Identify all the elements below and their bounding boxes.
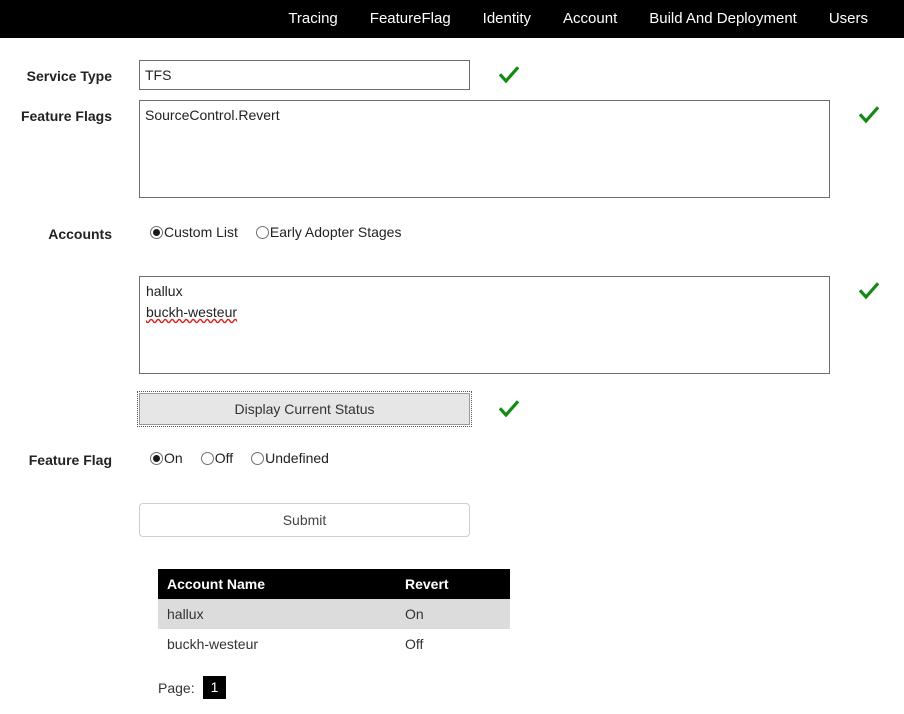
radio-dot-custom-list[interactable] [150,226,163,239]
radio-dot-on[interactable] [150,452,163,465]
radio-label-early-adopter-stages: Early Adopter Stages [270,224,402,240]
feature-flag-radio-group: On Off Undefined [150,450,347,466]
radio-option-early-adopter-stages[interactable]: Early Adopter Stages [256,224,402,240]
results-table: Account Name Revert hallux On buckh-west… [158,569,510,659]
column-header-account-name: Account Name [158,569,396,599]
nav-item-tracing[interactable]: Tracing [272,0,353,38]
feature-flag-label: Feature Flag [0,452,112,468]
cell-account-name: hallux [158,599,396,629]
service-type-input[interactable] [139,60,470,90]
cell-revert-value: Off [396,629,510,659]
submit-button[interactable]: Submit [139,503,470,537]
nav-item-account[interactable]: Account [547,0,633,38]
cell-revert-value: On [396,599,510,629]
radio-dot-early-adopter-stages[interactable] [256,226,269,239]
feature-flags-check-icon [858,104,880,126]
radio-option-off[interactable]: Off [201,450,233,466]
table-row[interactable]: buckh-westeur Off [158,629,510,659]
pagination-label: Page: [158,680,195,696]
radio-dot-off[interactable] [201,452,214,465]
radio-option-custom-list[interactable]: Custom List [150,224,238,240]
accounts-line-misspelled: buckh-westeur [146,304,237,320]
radio-label-off: Off [215,450,233,466]
accounts-line: hallux [146,281,823,302]
nav-item-build-and-deployment[interactable]: Build And Deployment [633,0,813,38]
column-header-revert: Revert [396,569,510,599]
top-navigation-bar: Tracing FeatureFlag Identity Account Bui… [0,0,904,38]
nav-item-featureflag[interactable]: FeatureFlag [354,0,467,38]
display-current-status-button[interactable]: Display Current Status [139,393,470,425]
cell-account-name: buckh-westeur [158,629,396,659]
pagination-current-page[interactable]: 1 [203,676,227,699]
service-type-check-icon [498,64,520,86]
pagination: Page: 1 [158,676,226,699]
display-status-check-icon [498,398,520,420]
radio-label-custom-list: Custom List [164,224,238,240]
nav-item-identity[interactable]: Identity [467,0,547,38]
radio-label-undefined: Undefined [265,450,329,466]
radio-label-on: On [164,450,183,466]
table-row[interactable]: hallux On [158,599,510,629]
accounts-textarea[interactable]: hallux buckh-westeur [139,276,830,374]
radio-option-on[interactable]: On [150,450,183,466]
service-type-label: Service Type [0,68,112,84]
table-header-row: Account Name Revert [158,569,510,599]
radio-option-undefined[interactable]: Undefined [251,450,329,466]
feature-flags-textarea[interactable] [139,100,830,198]
accounts-check-icon [858,280,880,302]
accounts-label: Accounts [0,226,112,242]
feature-flags-label: Feature Flags [0,108,112,124]
radio-dot-undefined[interactable] [251,452,264,465]
nav-item-users[interactable]: Users [813,0,884,38]
accounts-mode-radio-group: Custom List Early Adopter Stages [150,224,419,240]
